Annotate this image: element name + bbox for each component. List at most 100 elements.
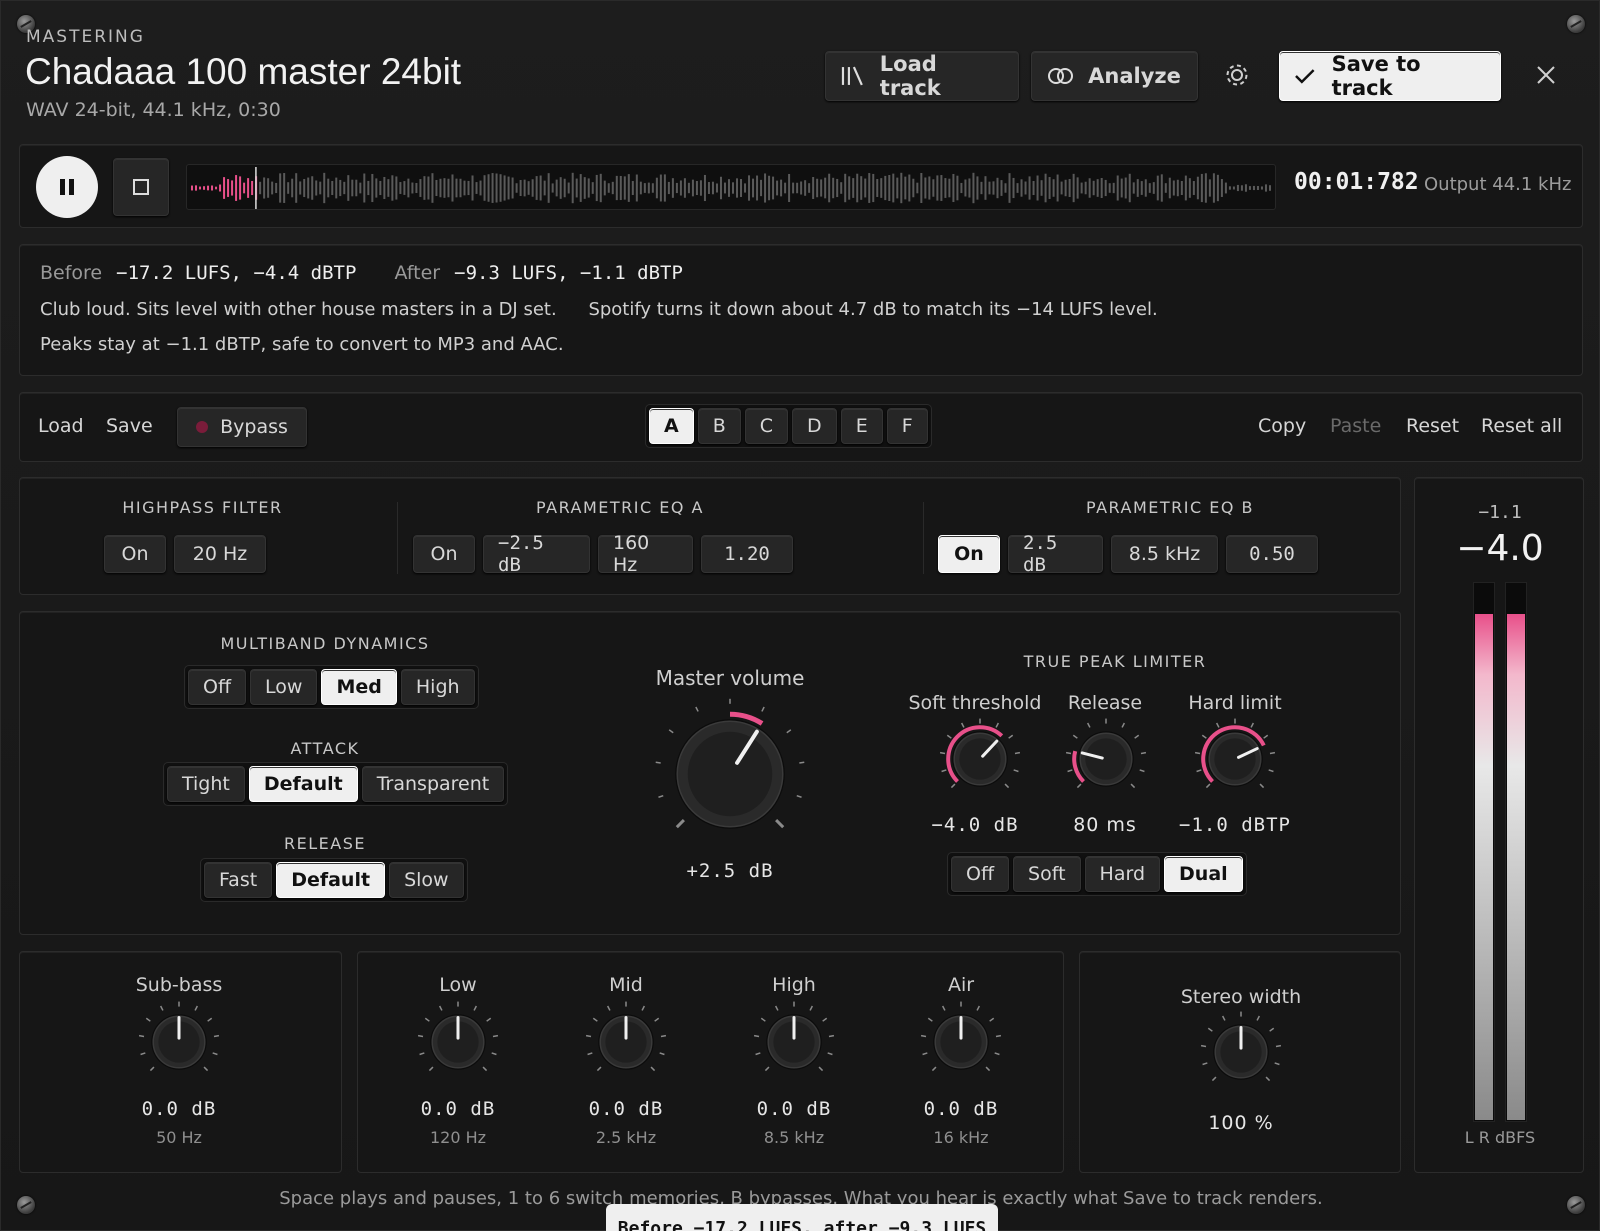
reset-all-button[interactable]: Reset all (1481, 415, 1562, 437)
soft-threshold-knob[interactable] (937, 716, 1023, 806)
after-label: After (394, 262, 441, 284)
hard-limit-knob[interactable] (1192, 716, 1278, 806)
master-volume-label: Master volume (655, 666, 805, 690)
pause-button[interactable] (36, 156, 98, 218)
stereo-width-knob[interactable] (1198, 1009, 1284, 1099)
bypass-button[interactable]: Bypass (177, 407, 307, 447)
multiband-mode-selector: Off Low Med High (184, 665, 479, 709)
analyze-icon (1048, 68, 1074, 84)
summary-spotify-text: Spotify turns it down about 4.7 dB to ma… (588, 299, 1158, 320)
high-knob[interactable] (751, 999, 837, 1089)
limiter-mode-off[interactable]: Off (951, 856, 1010, 892)
memory-c[interactable]: C (744, 408, 789, 444)
high-freq: 8.5 kHz (763, 1128, 825, 1147)
attack-selector: Tight Default Transparent (163, 762, 509, 806)
low-freq: 120 Hz (429, 1128, 487, 1147)
eq-a-q-field[interactable]: 1.20 (701, 535, 793, 573)
analyze-button[interactable]: Analyze (1031, 51, 1198, 101)
load-track-label: Load track (879, 52, 941, 100)
multiband-mode-off[interactable]: Off (188, 669, 247, 705)
mid-value: 0.0 dB (588, 1098, 664, 1120)
high-label: High (772, 974, 816, 996)
release-mode-slow[interactable]: Slow (389, 862, 464, 898)
loudness-summary: Before −17.2 LUFS, −4.4 dBTP After −9.3 … (19, 244, 1583, 376)
meter-footer: L R dBFS (1464, 1128, 1536, 1147)
meter-peak: −1.1 (1478, 502, 1522, 523)
save-to-track-label: Save to track (1331, 52, 1421, 100)
master-volume-value: +2.5 dB (686, 860, 774, 882)
release-mode-default[interactable]: Default (276, 862, 386, 898)
stop-button[interactable] (113, 158, 169, 216)
master-volume-knob[interactable] (650, 694, 810, 858)
eq-a-freq-field[interactable]: 160 Hz (598, 532, 693, 576)
knob-dial (585, 1001, 667, 1072)
sub-bass-value: 0.0 dB (141, 1098, 217, 1120)
close-button[interactable] (1534, 63, 1558, 91)
eq-b-on-button[interactable]: On (938, 535, 1000, 573)
paste-button[interactable]: Paste (1330, 415, 1381, 437)
memory-a[interactable]: A (649, 408, 694, 444)
multiband-mode-low[interactable]: Low (250, 669, 318, 705)
knob-dial (753, 1001, 835, 1072)
screw-icon (1567, 15, 1585, 33)
memory-b[interactable]: B (697, 408, 741, 444)
highpass-freq-field[interactable]: 20 Hz (174, 535, 266, 573)
load-preset-button[interactable]: Load (38, 415, 84, 437)
multiband-mode-high[interactable]: High (400, 669, 475, 705)
waveform-scrubber[interactable] (186, 164, 1276, 210)
analyze-label: Analyze (1088, 64, 1181, 88)
knob-dial (138, 1001, 220, 1072)
eq-a-title: PARAMETRIC EQ A (536, 498, 704, 517)
eq-a-gain-field[interactable]: −2.5 dB (483, 532, 590, 576)
multiband-title: MULTIBAND DYNAMICS (220, 634, 430, 653)
copy-button[interactable]: Copy (1258, 415, 1306, 437)
low-knob[interactable] (415, 999, 501, 1089)
toast-notification: Before −17.2 LUFS, after −9.3 LUFS (606, 1204, 998, 1231)
attack-mode-default[interactable]: Default (248, 766, 358, 802)
limiter-mode-dual[interactable]: Dual (1164, 856, 1243, 892)
memory-f[interactable]: F (886, 408, 928, 444)
mid-knob[interactable] (583, 999, 669, 1089)
save-to-track-button[interactable]: Save to track (1279, 51, 1501, 101)
multiband-mode-med[interactable]: Med (321, 669, 397, 705)
meter-level: −4.0 (1456, 528, 1544, 569)
release-knob[interactable] (1063, 716, 1149, 806)
air-knob[interactable] (918, 999, 1004, 1089)
eq-b-freq-field[interactable]: 8.5 kHz (1111, 535, 1218, 573)
hard-limit-value: −1.0 dBTP (1179, 814, 1291, 836)
waveform (191, 167, 1271, 209)
knob-dial (939, 718, 1021, 789)
soft-threshold-value: −4.0 dB (931, 814, 1019, 836)
highpass-on-button[interactable]: On (104, 535, 166, 573)
save-preset-button[interactable]: Save (106, 415, 153, 437)
settings-button[interactable] (1223, 61, 1251, 93)
mid-label: Mid (609, 974, 643, 996)
summary-line-1: Club loud. Sits level with other house m… (40, 299, 1158, 320)
preset-toolbar: Load Save Bypass ABCDEF Copy Paste Reset… (19, 392, 1583, 462)
eq-a-on-button[interactable]: On (413, 535, 475, 573)
eq-b-q-field[interactable]: 0.50 (1226, 535, 1318, 573)
divider (923, 502, 924, 574)
attack-mode-tight[interactable]: Tight (167, 766, 245, 802)
low-value: 0.0 dB (420, 1098, 496, 1120)
limiter-mode-selector: Off Soft Hard Dual (947, 852, 1247, 896)
limiter-title: TRUE PEAK LIMITER (1023, 652, 1207, 671)
before-value: −17.2 LUFS, −4.4 dBTP (116, 262, 357, 284)
load-track-button[interactable]: Load track (825, 51, 1019, 101)
stereo-panel: Stereo width 100 % (1079, 951, 1401, 1173)
limiter-mode-soft[interactable]: Soft (1013, 856, 1081, 892)
close-icon (1537, 66, 1555, 84)
reset-button[interactable]: Reset (1406, 415, 1459, 437)
stereo-width-value: 100 % (1208, 1112, 1274, 1134)
sub-bass-label: Sub-bass (135, 974, 223, 996)
limiter-mode-hard[interactable]: Hard (1084, 856, 1161, 892)
eq-b-gain-field[interactable]: 2.5 dB (1008, 532, 1103, 576)
sub-bass-freq: 50 Hz (156, 1128, 202, 1147)
release-mode-fast[interactable]: Fast (204, 862, 273, 898)
memory-d[interactable]: D (792, 408, 837, 444)
sub-bass-knob[interactable] (136, 999, 222, 1089)
stop-icon (133, 179, 149, 195)
memory-e[interactable]: E (840, 408, 883, 444)
knob-dial (655, 698, 805, 829)
attack-mode-transparent[interactable]: Transparent (361, 766, 505, 802)
